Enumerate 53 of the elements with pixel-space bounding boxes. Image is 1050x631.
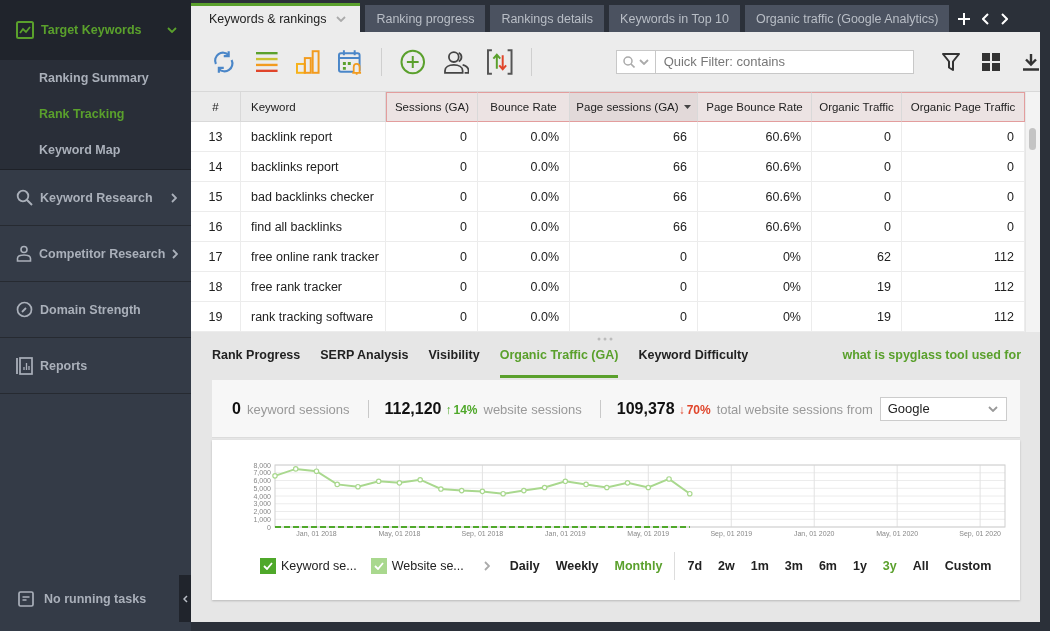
table-cell: 0.0% — [478, 182, 570, 212]
table-cell: 19 — [812, 272, 902, 302]
table-cell: 0 — [812, 122, 902, 152]
row-number: 14 — [191, 152, 241, 182]
table-cell: free online rank tracker — [241, 242, 386, 272]
table-cell: 0 — [386, 122, 478, 152]
stat-value: 112,120 — [384, 399, 442, 418]
table-cell: 60.6% — [698, 152, 812, 182]
table-cell: 0 — [812, 212, 902, 242]
stat-change: 14% — [453, 402, 478, 417]
table-cell: 0 — [386, 182, 478, 212]
table-cell: free rank tracker — [241, 272, 386, 302]
table-cell: 66 — [570, 182, 698, 212]
table-cell: backlink report — [241, 122, 386, 152]
stat-caption: keyword sessions — [246, 401, 350, 417]
table-cell: 0 — [386, 212, 478, 242]
stat-value: 0 — [232, 399, 241, 418]
trend-arrow: ↓ — [678, 402, 685, 417]
row-number: 18 — [191, 272, 241, 302]
table-cell: 0 — [812, 152, 902, 182]
table-cell: 66 — [570, 212, 698, 242]
row-number: 13 — [191, 122, 241, 152]
table-cell: 0.0% — [478, 122, 570, 152]
table-cell: 60.6% — [698, 182, 812, 212]
stat-caption: total website sessions from — [716, 401, 873, 417]
table-cell: 0.0% — [478, 212, 570, 242]
trend-arrow: ↑ — [445, 402, 452, 417]
stat-caption: website sessions — [483, 401, 582, 417]
table-cell: 0.0% — [478, 242, 570, 272]
table-cell: backlinks report — [241, 152, 386, 182]
table-cell: 62 — [812, 242, 902, 272]
table-cell: 0 — [570, 242, 698, 272]
table-cell: 60.6% — [698, 122, 812, 152]
table-cell: bad backlinks checker — [241, 182, 386, 212]
table-cell: 0% — [698, 242, 812, 272]
table-cell: 0 — [386, 242, 478, 272]
table-cell: 0 — [812, 182, 902, 212]
table-cell: find all backlinks — [241, 212, 386, 242]
row-number: 15 — [191, 182, 241, 212]
table-cell: 66 — [570, 152, 698, 182]
table-cell: 0.0% — [478, 152, 570, 182]
stat-value: 109,378 — [616, 399, 675, 418]
status-text: No running tasks — [44, 591, 147, 606]
table-cell: 0 — [570, 272, 698, 302]
table-cell: 0.0% — [478, 272, 570, 302]
stat-change: 70% — [686, 402, 711, 417]
row-number: 17 — [191, 242, 241, 272]
row-number: 16 — [191, 212, 241, 242]
table-cell: 60.6% — [698, 212, 812, 242]
table-cell: 0 — [386, 152, 478, 182]
table-cell: 66 — [570, 122, 698, 152]
table-cell: 0 — [386, 272, 478, 302]
table-cell: 0% — [698, 272, 812, 302]
